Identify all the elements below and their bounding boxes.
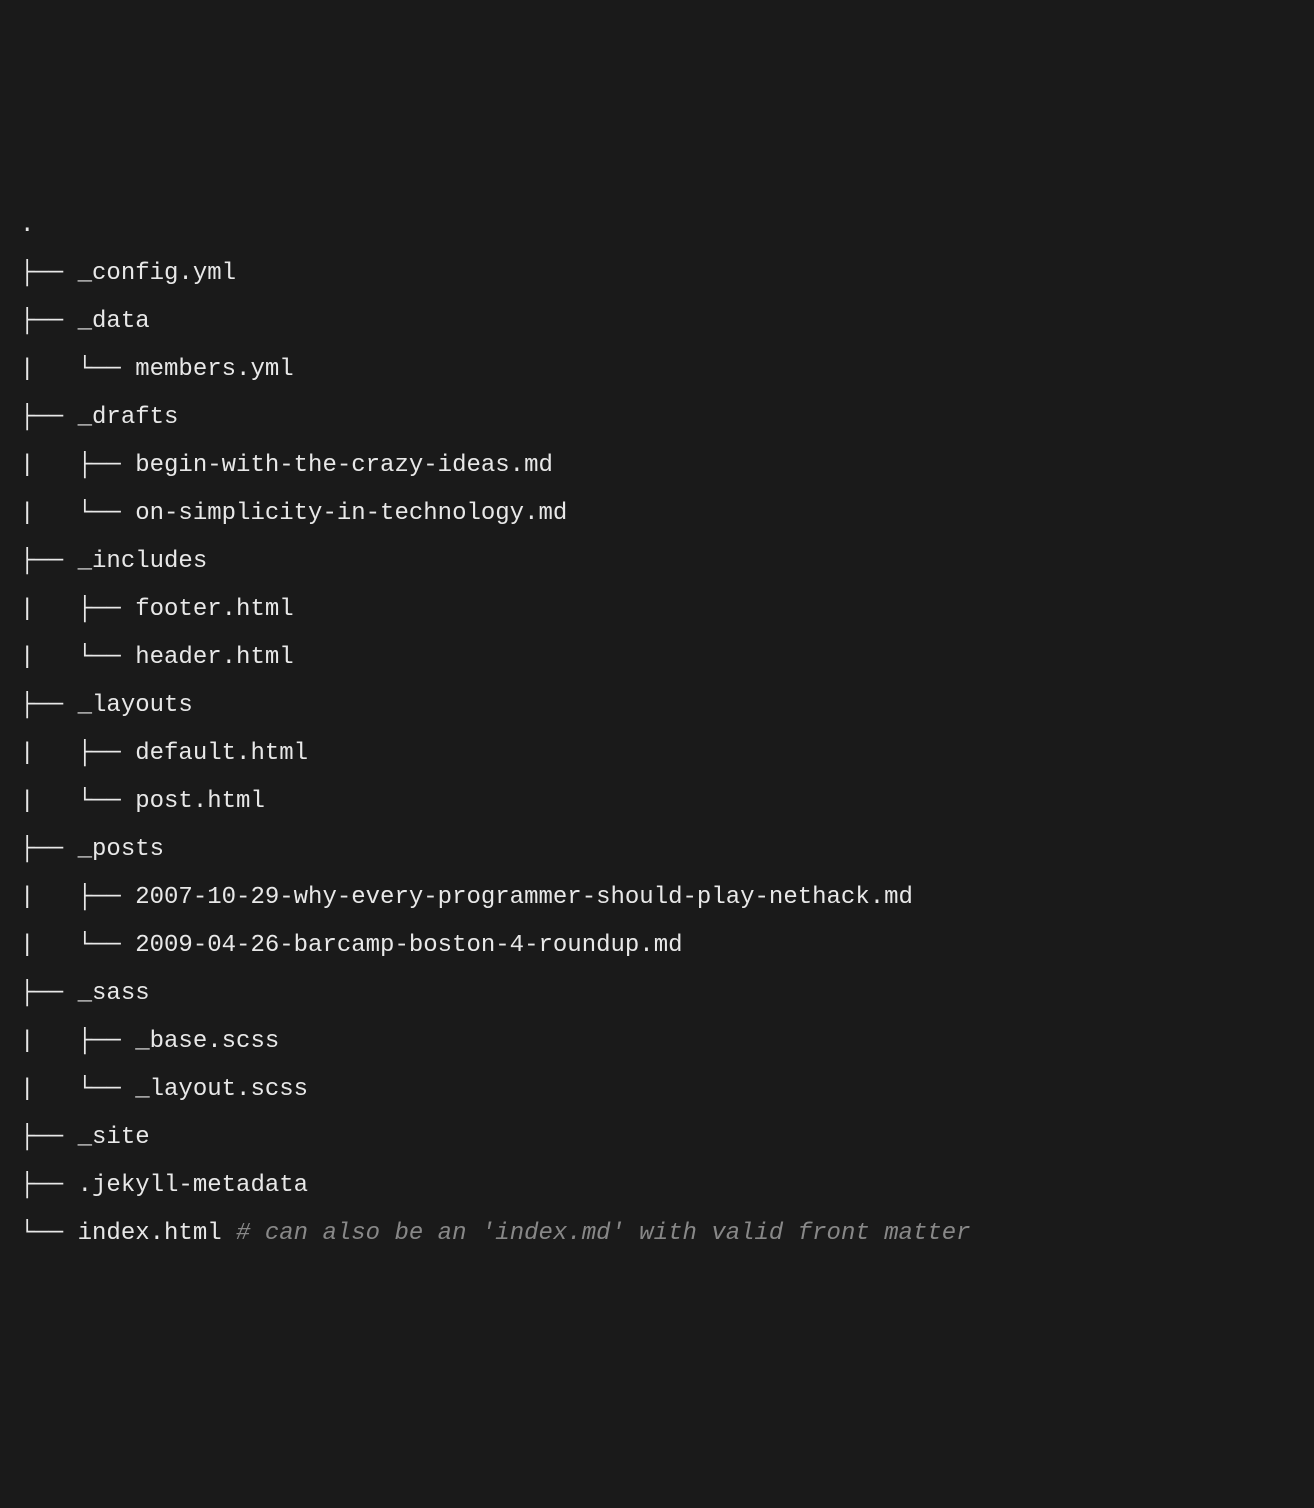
- tree-prefix: | ├──: [20, 596, 135, 623]
- tree-prefix: ├──: [20, 1124, 78, 1151]
- tree-line: ├── _layouts: [20, 682, 1294, 730]
- tree-prefix: ├──: [20, 404, 78, 431]
- tree-line: | ├── begin-with-the-crazy-ideas.md: [20, 442, 1294, 490]
- tree-filename: post.html: [135, 788, 265, 815]
- tree-prefix: | └──: [20, 644, 135, 671]
- tree-line: ├── _includes: [20, 538, 1294, 586]
- tree-dirname: _sass: [78, 980, 150, 1007]
- tree-line: | └── _layout.scss: [20, 1066, 1294, 1114]
- tree-line: | └── header.html: [20, 634, 1294, 682]
- tree-line: | ├── default.html: [20, 730, 1294, 778]
- tree-filename: default.html: [135, 740, 308, 767]
- tree-prefix: ├──: [20, 548, 78, 575]
- tree-filename: _layout.scss: [135, 1076, 308, 1103]
- tree-dirname: _site: [78, 1124, 150, 1151]
- tree-prefix: | └──: [20, 932, 135, 959]
- tree-line: | └── members.yml: [20, 346, 1294, 394]
- tree-line: └── index.html # can also be an 'index.m…: [20, 1210, 1294, 1258]
- tree-line: ├── _data: [20, 298, 1294, 346]
- tree-prefix: | ├──: [20, 740, 135, 767]
- tree-filename: members.yml: [135, 356, 293, 383]
- tree-filename: index.html: [78, 1220, 222, 1247]
- tree-filename: _config.yml: [78, 260, 236, 287]
- tree-line: | └── on-simplicity-in-technology.md: [20, 490, 1294, 538]
- tree-line: | ├── 2007-10-29-why-every-programmer-sh…: [20, 874, 1294, 922]
- tree-prefix: ├──: [20, 980, 78, 1007]
- tree-line: | ├── footer.html: [20, 586, 1294, 634]
- tree-prefix: | └──: [20, 788, 135, 815]
- tree-line: ├── _site: [20, 1114, 1294, 1162]
- tree-prefix: | └──: [20, 1076, 135, 1103]
- tree-line: ├── _config.yml: [20, 250, 1294, 298]
- tree-dirname: _drafts: [78, 404, 179, 431]
- tree-dirname: _includes: [78, 548, 208, 575]
- tree-filename: on-simplicity-in-technology.md: [135, 500, 567, 527]
- tree-line: ├── _posts: [20, 826, 1294, 874]
- tree-prefix: └──: [20, 1220, 78, 1247]
- tree-dirname: _posts: [78, 836, 164, 863]
- tree-root: .: [20, 202, 1294, 250]
- tree-line: | └── 2009-04-26-barcamp-boston-4-roundu…: [20, 922, 1294, 970]
- tree-filename: _base.scss: [135, 1028, 279, 1055]
- tree-prefix: ├──: [20, 1172, 78, 1199]
- tree-filename: 2007-10-29-why-every-programmer-should-p…: [135, 884, 913, 911]
- tree-comment: # can also be an 'index.md' with valid f…: [222, 1220, 971, 1247]
- tree-filename: header.html: [135, 644, 293, 671]
- tree-prefix: | ├──: [20, 1028, 135, 1055]
- tree-dirname: _layouts: [78, 692, 193, 719]
- tree-filename: .jekyll-metadata: [78, 1172, 308, 1199]
- tree-line: ├── _sass: [20, 970, 1294, 1018]
- tree-prefix: ├──: [20, 308, 78, 335]
- tree-filename: begin-with-the-crazy-ideas.md: [135, 452, 553, 479]
- tree-prefix: | ├──: [20, 884, 135, 911]
- tree-prefix: ├──: [20, 260, 78, 287]
- directory-tree: .├── _config.yml├── _data| └── members.y…: [20, 202, 1294, 1258]
- tree-prefix: | └──: [20, 500, 135, 527]
- tree-line: ├── _drafts: [20, 394, 1294, 442]
- tree-filename: 2009-04-26-barcamp-boston-4-roundup.md: [135, 932, 682, 959]
- tree-prefix: ├──: [20, 692, 78, 719]
- tree-line: | ├── _base.scss: [20, 1018, 1294, 1066]
- tree-filename: footer.html: [135, 596, 293, 623]
- tree-prefix: ├──: [20, 836, 78, 863]
- tree-prefix: | ├──: [20, 452, 135, 479]
- tree-dirname: _data: [78, 308, 150, 335]
- tree-line: ├── .jekyll-metadata: [20, 1162, 1294, 1210]
- tree-prefix: | └──: [20, 356, 135, 383]
- tree-line: | └── post.html: [20, 778, 1294, 826]
